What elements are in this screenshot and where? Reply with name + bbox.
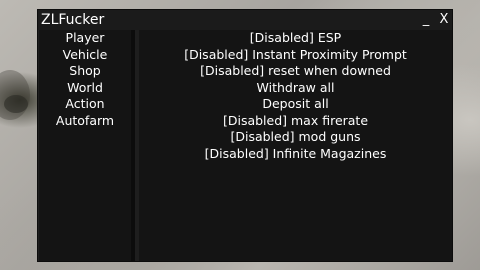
instant-proximity-prompt-toggle[interactable]: [Disabled] Instant Proximity Prompt (139, 47, 452, 64)
options-panel: [Disabled] ESP [Disabled] Instant Proxim… (139, 30, 452, 261)
reset-when-downed-toggle[interactable]: [Disabled] reset when downed (139, 63, 452, 80)
window-title: ZLFucker (41, 12, 105, 28)
infinite-magazines-toggle[interactable]: [Disabled] Infinite Magazines (139, 146, 452, 163)
script-window: ZLFucker _ X Player Vehicle Shop World A… (37, 9, 453, 262)
esp-toggle[interactable]: [Disabled] ESP (139, 30, 452, 47)
sidebar-item-action[interactable]: Action (39, 96, 131, 113)
close-button[interactable]: X (436, 10, 452, 30)
category-sidebar: Player Vehicle Shop World Action Autofar… (39, 30, 135, 261)
sidebar-item-vehicle[interactable]: Vehicle (39, 47, 131, 64)
title-bar[interactable]: ZLFucker _ X (38, 10, 452, 30)
sidebar-item-shop[interactable]: Shop (39, 63, 131, 80)
sidebar-item-player[interactable]: Player (39, 30, 131, 47)
minimize-button[interactable]: _ (418, 10, 434, 30)
sidebar-item-world[interactable]: World (39, 80, 131, 97)
deposit-all-button[interactable]: Deposit all (139, 96, 452, 113)
max-firerate-toggle[interactable]: [Disabled] max firerate (139, 113, 452, 130)
mod-guns-toggle[interactable]: [Disabled] mod guns (139, 129, 452, 146)
sidebar-item-autofarm[interactable]: Autofarm (39, 113, 131, 130)
background-rock (4, 95, 28, 113)
withdraw-all-button[interactable]: Withdraw all (139, 80, 452, 97)
